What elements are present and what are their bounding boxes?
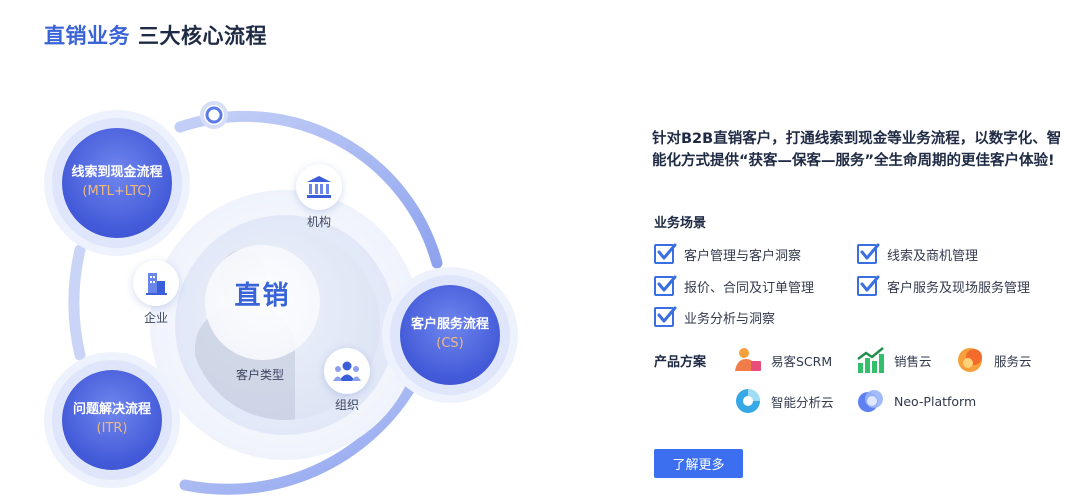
- process-itr: 问题解决流程 (ITR): [62, 370, 162, 470]
- scenario-item: 客户服务及现场服务管理: [857, 275, 1031, 296]
- scenario-label: 线索及商机管理: [887, 248, 979, 264]
- process-code: (MTL+LTC): [82, 184, 152, 199]
- core-label: 直销: [234, 281, 291, 311]
- page-title: 直销业务 三大核心流程: [44, 20, 267, 50]
- page-title-rest: 三大核心流程: [138, 24, 267, 48]
- checkmark-icon: [857, 243, 880, 264]
- scrm-icon: [735, 348, 761, 371]
- product-label: 智能分析云: [771, 394, 834, 410]
- scenario-label: 客户服务及现场服务管理: [887, 280, 1031, 296]
- scenario-item: 客户管理与客户洞察: [654, 243, 802, 264]
- checkmark-icon: [654, 306, 677, 327]
- sales-cloud-icon: [857, 347, 884, 373]
- scenario-item: 业务分析与洞察: [654, 306, 776, 327]
- process-title: 问题解决流程: [72, 402, 151, 417]
- analytics-cloud-icon: [736, 389, 760, 413]
- product-label: Neo-Platform: [894, 393, 977, 409]
- learn-more-button[interactable]: 了解更多: [654, 449, 743, 478]
- product-item[interactable]: 智能分析云: [733, 386, 834, 416]
- checkmark-icon: [654, 275, 677, 296]
- product-label: 服务云: [994, 353, 1032, 369]
- process-diagram: 直销 客户类型 机构 企业 组织 线索到现金流程 (MTL+LTC) 客户服务流…: [0, 80, 560, 500]
- page-title-accent: 直销业务: [44, 24, 130, 48]
- process-code: (CS): [436, 336, 464, 351]
- process-title: 客户服务流程: [410, 317, 489, 332]
- checkmark-icon: [857, 275, 880, 296]
- process-cs: 客户服务流程 (CS): [400, 285, 500, 385]
- product-item[interactable]: Neo-Platform: [856, 386, 976, 416]
- product-item[interactable]: 销售云: [856, 345, 932, 375]
- node-label-organization: 组织: [334, 398, 359, 412]
- scenario-label: 客户管理与客户洞察: [684, 248, 802, 264]
- scenario-label: 报价、合同及订单管理: [684, 280, 815, 296]
- process-code: (ITR): [96, 421, 128, 436]
- neo-platform-icon: [858, 390, 883, 412]
- product-item[interactable]: 易客SCRM: [733, 345, 832, 375]
- service-cloud-icon: [958, 348, 982, 372]
- intro-text: 针对B2B直销客户，打通线索到现金等业务流程，以数字化、智能化方式提供“获客—保…: [652, 131, 1062, 169]
- enterprise-icon: [133, 260, 179, 306]
- organization-icon: [324, 348, 370, 394]
- institution-icon: [296, 164, 342, 210]
- product-label: 销售云: [894, 353, 932, 369]
- node-label-enterprise: 企业: [143, 311, 168, 325]
- checkmark-icon: [654, 243, 677, 264]
- products-title: 产品方案: [654, 355, 707, 370]
- scenario-item: 报价、合同及订单管理: [654, 275, 815, 296]
- process-mtl-ltc: 线索到现金流程 (MTL+LTC): [62, 128, 172, 238]
- node-label-institution: 机构: [306, 215, 331, 229]
- process-title: 线索到现金流程: [71, 165, 163, 180]
- product-label: 易客SCRM: [771, 353, 833, 369]
- scenario-item: 线索及商机管理: [857, 243, 979, 264]
- scenario-label: 业务分析与洞察: [684, 311, 776, 327]
- scenarios-title: 业务场景: [654, 216, 707, 231]
- customer-type-label: 客户类型: [235, 368, 284, 382]
- product-item[interactable]: 服务云: [956, 345, 1032, 375]
